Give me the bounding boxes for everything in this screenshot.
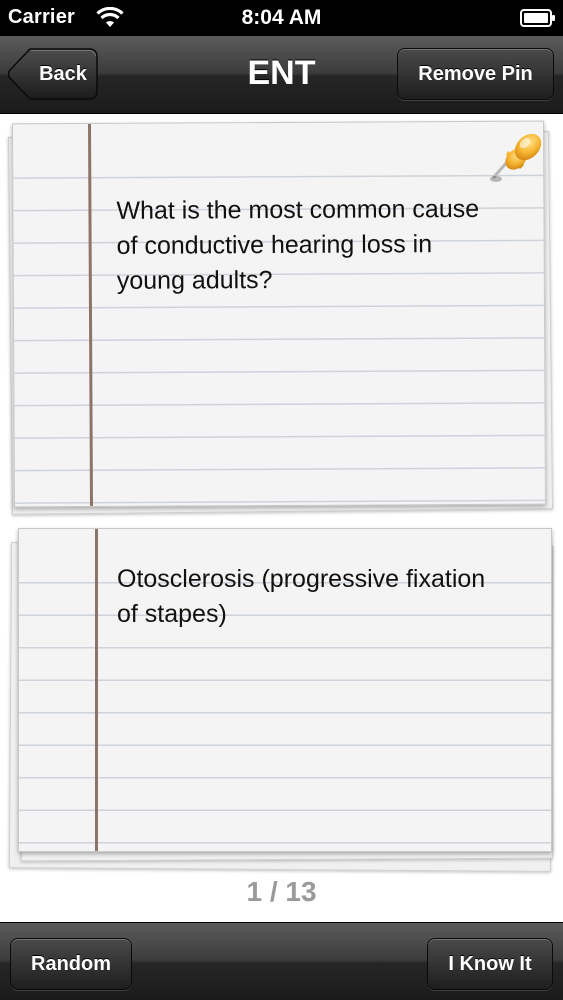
question-text: What is the most common cause of conduct… <box>116 194 480 295</box>
remove-pin-button[interactable]: Remove Pin <box>397 48 554 100</box>
question-card[interactable]: What is the most common cause of conduct… <box>11 120 547 508</box>
card-ruled-lines <box>13 121 545 507</box>
answer-text: Otosclerosis (progressive fixation of st… <box>117 565 486 628</box>
status-bar: Carrier 8:04 AM <box>0 0 563 36</box>
card-margin-line <box>95 529 98 851</box>
random-button[interactable]: Random <box>10 938 132 990</box>
battery-icon <box>520 9 555 27</box>
status-time: 8:04 AM <box>241 6 322 29</box>
i-know-it-button[interactable]: I Know It <box>427 938 553 990</box>
answer-card[interactable]: Otosclerosis (progressive fixation of st… <box>18 528 552 852</box>
bottom-toolbar: Random I Know It <box>0 922 563 1000</box>
navigation-bar: Back ENT Remove Pin <box>0 36 563 114</box>
page-counter: 1 / 13 <box>246 876 317 907</box>
pushpin-icon <box>490 133 542 182</box>
